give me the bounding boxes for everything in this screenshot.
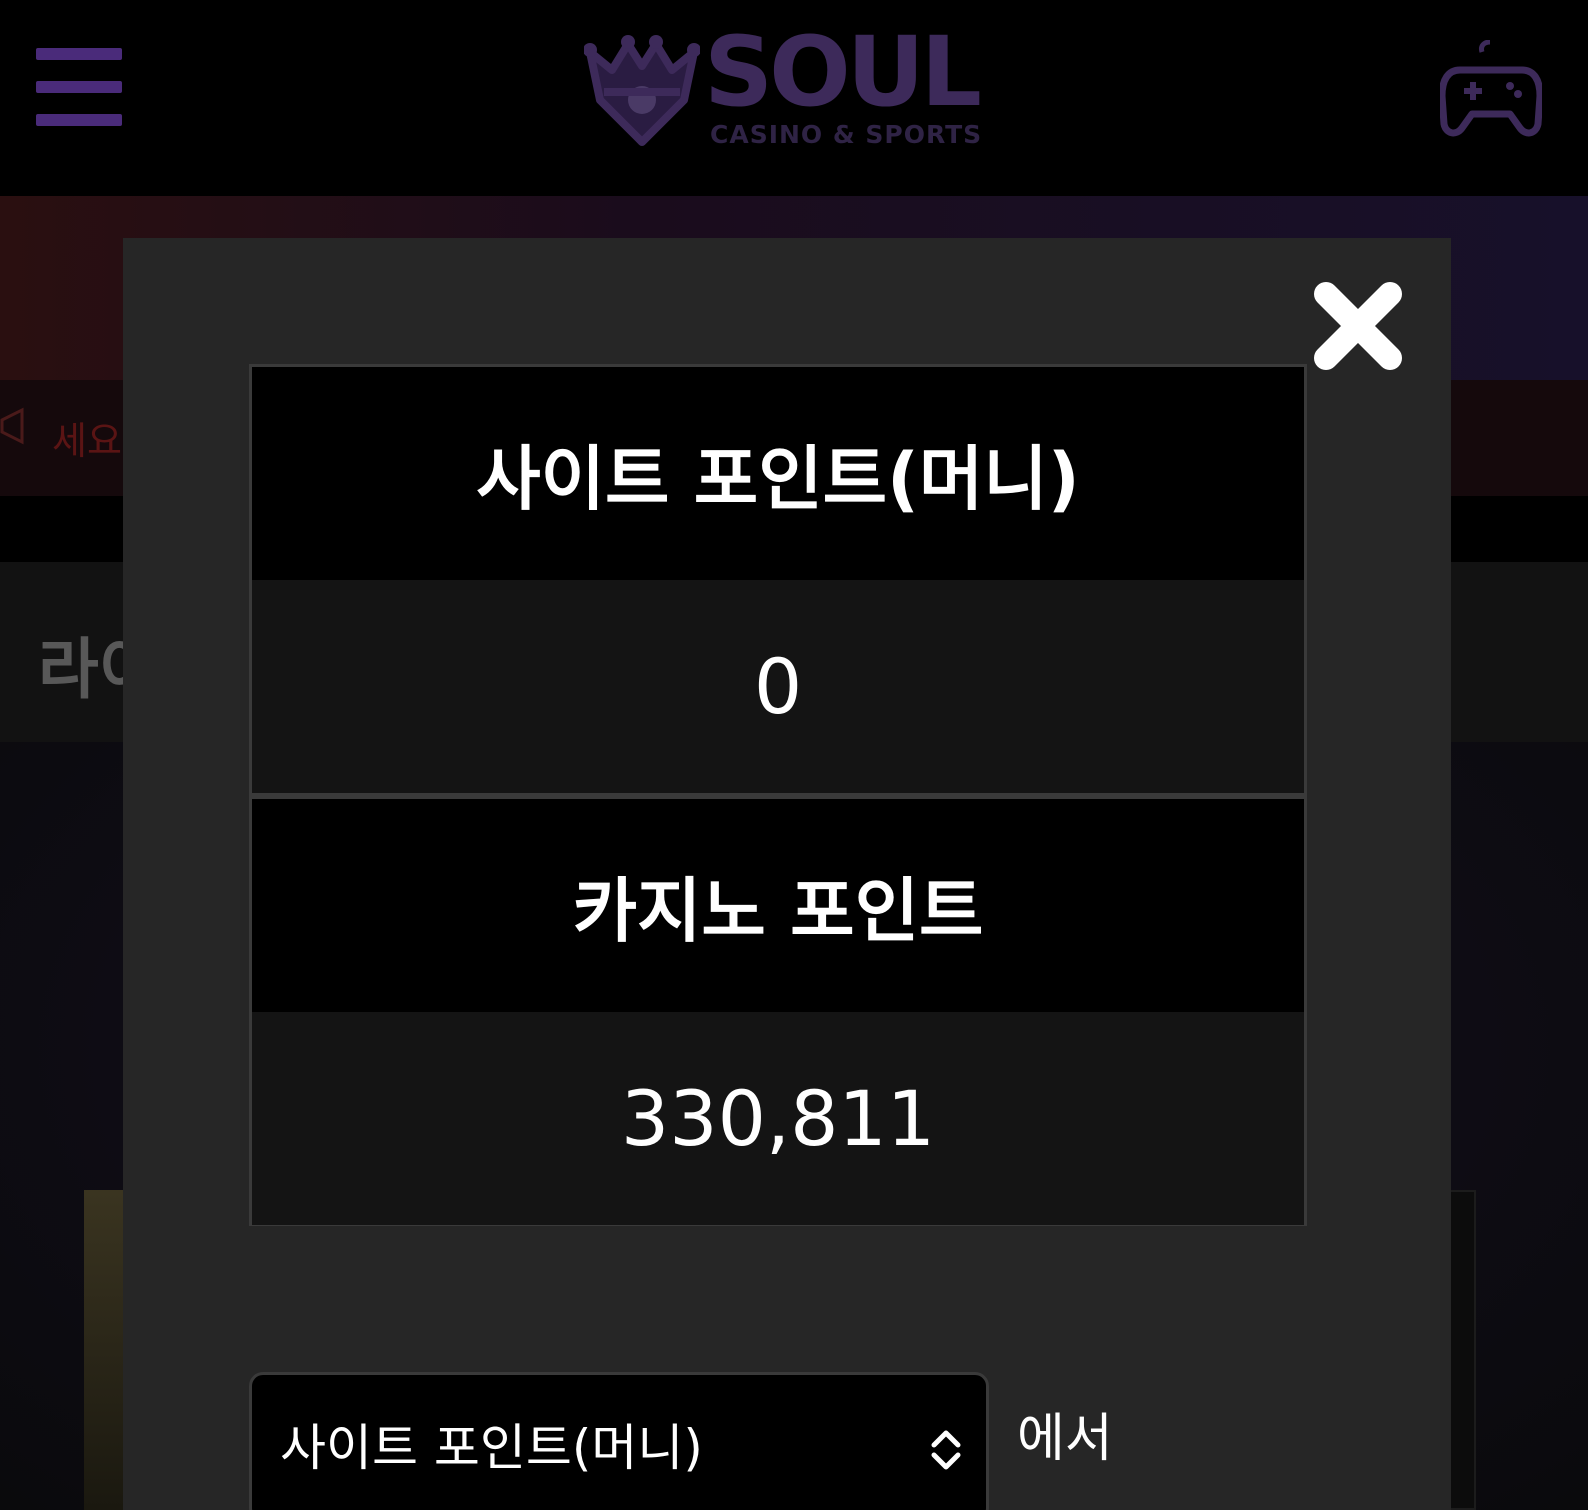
- notice-text: 세요: [52, 419, 122, 463]
- page: 세요 라이 SOUL CASINO & SPORTS 사이트 포인트(머니) 0…: [0, 0, 1588, 1510]
- from-suffix-label: 에서: [1017, 1409, 1113, 1469]
- close-icon[interactable]: [1310, 278, 1406, 374]
- logo-wordmark: SOUL: [704, 16, 982, 128]
- gamepad-icon[interactable]: [1440, 40, 1542, 138]
- hamburger-icon[interactable]: [36, 48, 122, 126]
- casino-points-label: 카지노 포인트: [252, 799, 1304, 1012]
- megaphone-icon: [0, 407, 24, 445]
- casino-points-value: 330,811: [252, 1012, 1304, 1225]
- points-summary-table: 사이트 포인트(머니) 0 카지노 포인트 330,811: [249, 364, 1307, 1226]
- site-points-value: 0: [252, 580, 1304, 793]
- point-conversion-modal: 사이트 포인트(머니) 0 카지노 포인트 330,811 사이트 포인트(머니…: [123, 238, 1451, 1510]
- crown-icon: [584, 35, 700, 146]
- logo-tagline: CASINO & SPORTS: [710, 120, 983, 149]
- site-logo[interactable]: SOUL CASINO & SPORTS: [584, 24, 984, 154]
- top-header: SOUL CASINO & SPORTS: [0, 0, 1588, 196]
- site-points-label: 사이트 포인트(머니): [252, 367, 1304, 580]
- source-point-selected: 사이트 포인트(머니): [280, 1419, 703, 1477]
- select-updown-icon: [931, 1430, 961, 1470]
- source-point-select[interactable]: 사이트 포인트(머니): [249, 1372, 989, 1510]
- game-thumbnail[interactable]: [84, 1190, 124, 1510]
